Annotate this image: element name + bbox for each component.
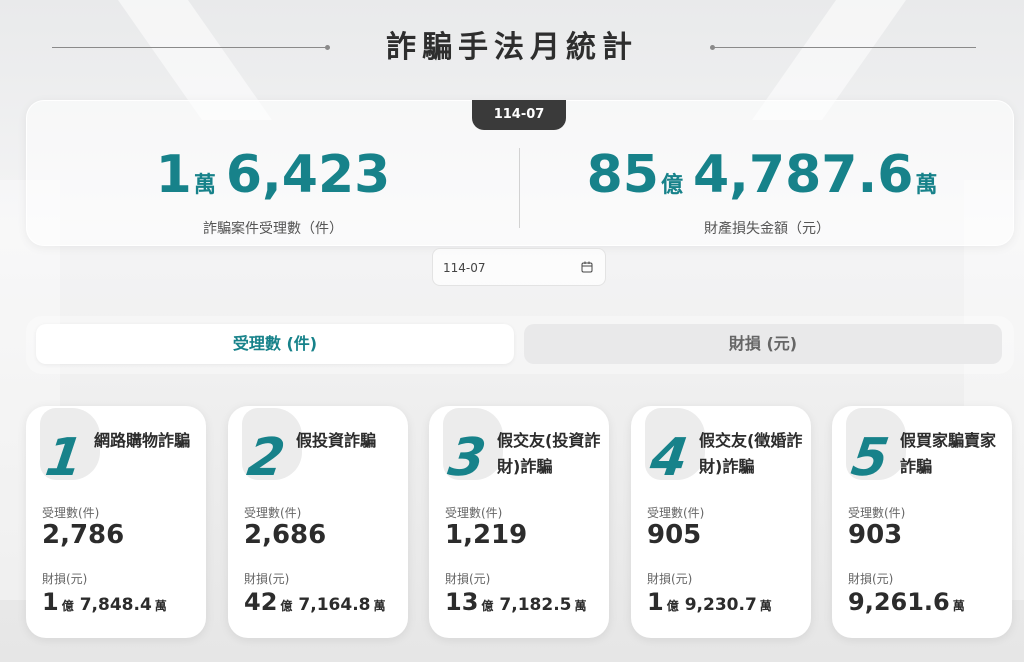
title-decor-line-right	[710, 45, 976, 50]
case-count-label: 受理數(件)	[647, 506, 705, 520]
case-count-value: 903	[848, 520, 903, 550]
loss-value: 13 億 7,182.5 萬	[445, 588, 587, 616]
fraud-type-card: 3 假交友(投資詐財)詐騙 受理數(件) 1,219 財損(元) 13 億 7,18…	[429, 406, 609, 638]
fraud-type-card: 1 網路購物詐騙 受理數(件) 2,786 財損(元) 1 億 7,848.4 萬	[26, 406, 206, 638]
month-picker-input[interactable]: 114-07	[432, 248, 606, 286]
case-count-value: 2,786	[42, 520, 125, 550]
fraud-type-name: 假投資詐騙	[296, 431, 377, 450]
case-count-value: 2,686	[244, 520, 327, 550]
rank-number: 2	[243, 428, 289, 488]
fraud-type-card: 2 假投資詐騙 受理數(件) 2,686 財損(元) 42 億 7,164.8 萬	[228, 406, 408, 638]
loss-label: 財損(元)	[42, 572, 88, 586]
total-cases-value: 1萬 6,423	[155, 145, 391, 205]
fraud-type-name: 假交友(徵婚詐財)詐騙	[699, 431, 803, 476]
page-title: 詐騙手法月統計	[386, 30, 638, 65]
fraud-type-name: 假交友(投資詐財)詐騙	[497, 431, 601, 476]
loss-label: 財損(元)	[445, 572, 491, 586]
total-cases-stat: 1萬 6,423 詐騙案件受理數（件）	[26, 140, 520, 238]
rank-number: 4	[646, 428, 692, 488]
case-count-value: 905	[647, 520, 702, 550]
metric-tabs: 受理數 (件) 財損 (元)	[26, 316, 1014, 374]
rank-number: 1	[41, 428, 87, 488]
loss-label: 財損(元)	[244, 572, 290, 586]
fraud-type-name: 網路購物詐騙	[94, 431, 191, 450]
tab-case-count[interactable]: 受理數 (件)	[36, 324, 514, 364]
loss-label: 財損(元)	[848, 572, 894, 586]
case-count-label: 受理數(件)	[244, 506, 302, 520]
rank-number: 5	[847, 428, 893, 488]
fraud-type-card: 5 假買家騙賣家詐騙 受理數(件) 903 財損(元) 9,261.6 萬	[832, 406, 1012, 638]
case-count-label: 受理數(件)	[445, 506, 503, 520]
loss-value: 1 億 9,230.7 萬	[647, 588, 772, 616]
total-loss-value: 85億 4,787.6萬	[586, 145, 938, 205]
month-picker-value: 114-07	[443, 261, 486, 275]
title-row: 詐騙手法月統計	[0, 28, 1024, 68]
calendar-icon[interactable]	[581, 261, 593, 273]
total-cases-label: 詐騙案件受理數（件）	[203, 221, 343, 237]
case-count-label: 受理數(件)	[42, 506, 100, 520]
loss-value: 1 億 7,848.4 萬	[42, 588, 167, 616]
case-count-value: 1,219	[445, 520, 528, 550]
rank-number: 3	[444, 428, 490, 488]
case-count-label: 受理數(件)	[848, 506, 906, 520]
loss-value: 9,261.6 萬	[848, 588, 965, 616]
tab-property-loss[interactable]: 財損 (元)	[524, 324, 1002, 364]
period-badge: 114-07	[472, 100, 566, 130]
total-loss-stat: 85億 4,787.6萬 財產損失金額（元）	[520, 140, 1014, 238]
fraud-type-card: 4 假交友(徵婚詐財)詐騙 受理數(件) 905 財損(元) 1 億 9,230.7…	[631, 406, 811, 638]
fraud-type-name: 假買家騙賣家詐騙	[900, 431, 997, 476]
loss-value: 42 億 7,164.8 萬	[244, 588, 386, 616]
loss-label: 財損(元)	[647, 572, 693, 586]
